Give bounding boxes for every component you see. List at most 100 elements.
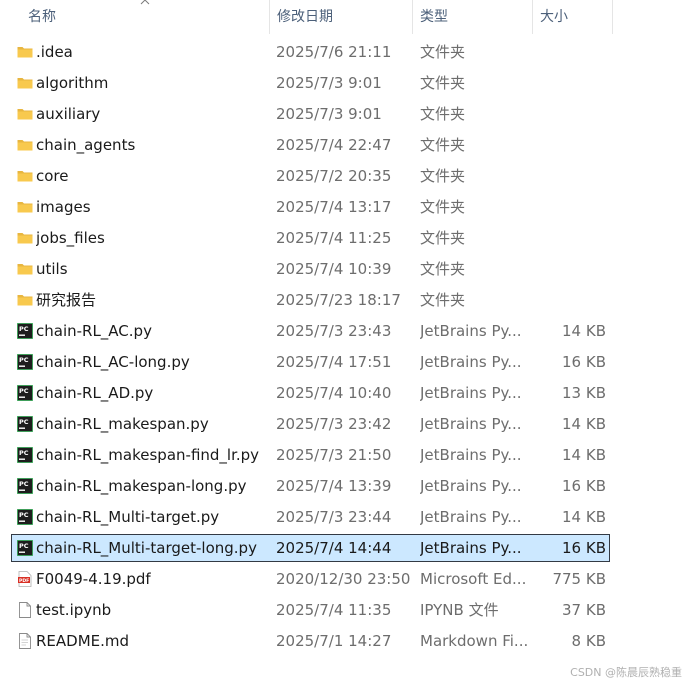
file-row[interactable]: .idea 2025/7/6 21:11 文件夹 <box>11 38 610 66</box>
file-type: IPYNB 文件 <box>420 601 499 619</box>
file-name: README.md <box>36 632 130 650</box>
file-date: 2025/7/3 23:44 <box>276 508 392 526</box>
file-type: JetBrains Py... <box>420 446 522 464</box>
file-row[interactable]: core 2025/7/2 20:35 文件夹 <box>11 162 610 190</box>
file-name: chain-RL_AD.py <box>36 384 154 402</box>
file-type: 文件夹 <box>420 74 466 92</box>
pycharm-file-icon: PC <box>17 509 33 525</box>
file-date: 2025/7/6 21:11 <box>276 43 392 61</box>
file-size: 16 KB <box>562 539 606 557</box>
file-row[interactable]: PC chain-RL_Multi-target.py 2025/7/3 23:44… <box>11 503 610 531</box>
file-date: 2025/7/4 17:51 <box>276 353 392 371</box>
column-header-bar: 名称 修改日期 类型 大小 <box>0 0 690 34</box>
file-row[interactable]: PC chain-RL_AC-long.py 2025/7/4 17:51 JetBr… <box>11 348 610 376</box>
file-name: chain-RL_Multi-target-long.py <box>36 539 257 557</box>
file-name: chain-RL_AC.py <box>36 322 152 340</box>
file-name: auxiliary <box>36 105 101 123</box>
file-type: JetBrains Py... <box>420 322 522 340</box>
column-header-date[interactable]: 修改日期 <box>270 0 412 34</box>
file-row[interactable]: images 2025/7/4 13:17 文件夹 <box>11 193 610 221</box>
file-row[interactable]: 研究报告 2025/7/23 18:17 文件夹 <box>11 286 610 314</box>
file-size <box>540 70 606 96</box>
file-size: 14 KB <box>562 415 606 433</box>
file-type: Microsoft Ed... <box>420 570 527 588</box>
pycharm-file-icon: PC <box>17 540 33 556</box>
file-row[interactable]: PDF F0049-4.19.pdf 2020/12/30 23:50 Microso… <box>11 565 610 593</box>
file-row[interactable]: README.md 2025/7/1 14:27 Markdown Fi... 8 K… <box>11 627 610 655</box>
markdown-file-icon <box>17 633 33 649</box>
file-date: 2025/7/1 14:27 <box>276 632 392 650</box>
file-type: 文件夹 <box>420 105 466 123</box>
column-divider[interactable] <box>612 0 613 34</box>
pycharm-file-icon: PC <box>17 447 33 463</box>
file-type: 文件夹 <box>420 260 466 278</box>
file-date: 2025/7/4 11:35 <box>276 601 392 619</box>
file-date: 2025/7/4 13:17 <box>276 198 392 216</box>
file-type: JetBrains Py... <box>420 477 522 495</box>
file-date: 2025/7/3 9:01 <box>276 74 382 92</box>
pycharm-file-icon: PC <box>17 478 33 494</box>
file-row[interactable]: auxiliary 2025/7/3 9:01 文件夹 <box>11 100 610 128</box>
file-size <box>540 39 606 65</box>
file-size <box>540 225 606 251</box>
svg-text:PC: PC <box>19 449 29 457</box>
file-name: test.ipynb <box>36 601 112 619</box>
svg-text:PC: PC <box>19 480 29 488</box>
file-row[interactable]: chain_agents 2025/7/4 22:47 文件夹 <box>11 131 610 159</box>
file-row[interactable]: PC chain-RL_AC.py 2025/7/3 23:43 JetBrains … <box>11 317 610 345</box>
file-name: utils <box>36 260 68 278</box>
file-row[interactable]: jobs_files 2025/7/4 11:25 文件夹 <box>11 224 610 252</box>
file-date: 2025/7/3 9:01 <box>276 105 382 123</box>
column-header-type[interactable]: 类型 <box>413 0 532 34</box>
file-date: 2025/7/3 21:50 <box>276 446 392 464</box>
file-row[interactable]: PC chain-RL_AD.py 2025/7/4 10:40 JetBrains … <box>11 379 610 407</box>
watermark: CSDN @陈晨辰熟稳重 <box>570 666 682 679</box>
file-size <box>540 256 606 282</box>
file-size: 8 KB <box>571 632 606 650</box>
svg-text:PC: PC <box>19 542 29 550</box>
file-size: 16 KB <box>562 477 606 495</box>
file-row[interactable]: PC chain-RL_makespan-long.py 2025/7/4 13:3… <box>11 472 610 500</box>
file-type: JetBrains Py... <box>420 384 522 402</box>
file-row[interactable]: utils 2025/7/4 10:39 文件夹 <box>11 255 610 283</box>
file-name: .idea <box>36 43 73 61</box>
file-type: 文件夹 <box>420 229 466 247</box>
file-type: JetBrains Py... <box>420 508 522 526</box>
file-type: 文件夹 <box>420 167 466 185</box>
file-size <box>540 132 606 158</box>
file-size: 775 KB <box>552 570 606 588</box>
svg-text:PC: PC <box>19 356 29 364</box>
svg-text:PC: PC <box>19 325 29 333</box>
pycharm-file-icon: PC <box>17 416 33 432</box>
file-name: chain_agents <box>36 136 136 154</box>
folder-icon <box>17 230 33 246</box>
svg-text:PDF: PDF <box>19 578 29 584</box>
file-row[interactable]: PC chain-RL_makespan.py 2025/7/3 23:42 JetB… <box>11 410 610 438</box>
file-name: jobs_files <box>36 229 105 247</box>
file-type: JetBrains Py... <box>420 415 522 433</box>
file-type: JetBrains Py... <box>420 353 522 371</box>
pycharm-file-icon: PC <box>17 385 33 401</box>
file-date: 2025/7/23 18:17 <box>276 291 401 309</box>
folder-icon <box>17 75 33 91</box>
file-row[interactable]: PC chain-RL_Multi-target-long.py 2025/7/4 … <box>11 534 610 562</box>
folder-icon <box>17 292 33 308</box>
file-size <box>540 287 606 313</box>
file-size <box>540 163 606 189</box>
pycharm-file-icon: PC <box>17 323 33 339</box>
column-header-name[interactable]: 名称 <box>21 0 269 34</box>
file-date: 2025/7/4 10:39 <box>276 260 392 278</box>
file-size: 13 KB <box>562 384 606 402</box>
file-name: chain-RL_Multi-target.py <box>36 508 220 526</box>
file-row[interactable]: test.ipynb 2025/7/4 11:35 IPYNB 文件 37 KB <box>11 596 610 624</box>
file-name: chain-RL_makespan-find_lr.py <box>36 446 260 464</box>
file-name: 研究报告 <box>36 291 97 309</box>
file-name: algorithm <box>36 74 109 92</box>
file-date: 2025/7/4 22:47 <box>276 136 392 154</box>
file-name: chain-RL_makespan.py <box>36 415 209 433</box>
file-date: 2025/7/4 11:25 <box>276 229 392 247</box>
file-row[interactable]: algorithm 2025/7/3 9:01 文件夹 <box>11 69 610 97</box>
column-header-size[interactable]: 大小 <box>533 0 612 34</box>
file-size: 14 KB <box>562 508 606 526</box>
file-row[interactable]: PC chain-RL_makespan-find_lr.py 2025/7/3 2… <box>11 441 610 469</box>
